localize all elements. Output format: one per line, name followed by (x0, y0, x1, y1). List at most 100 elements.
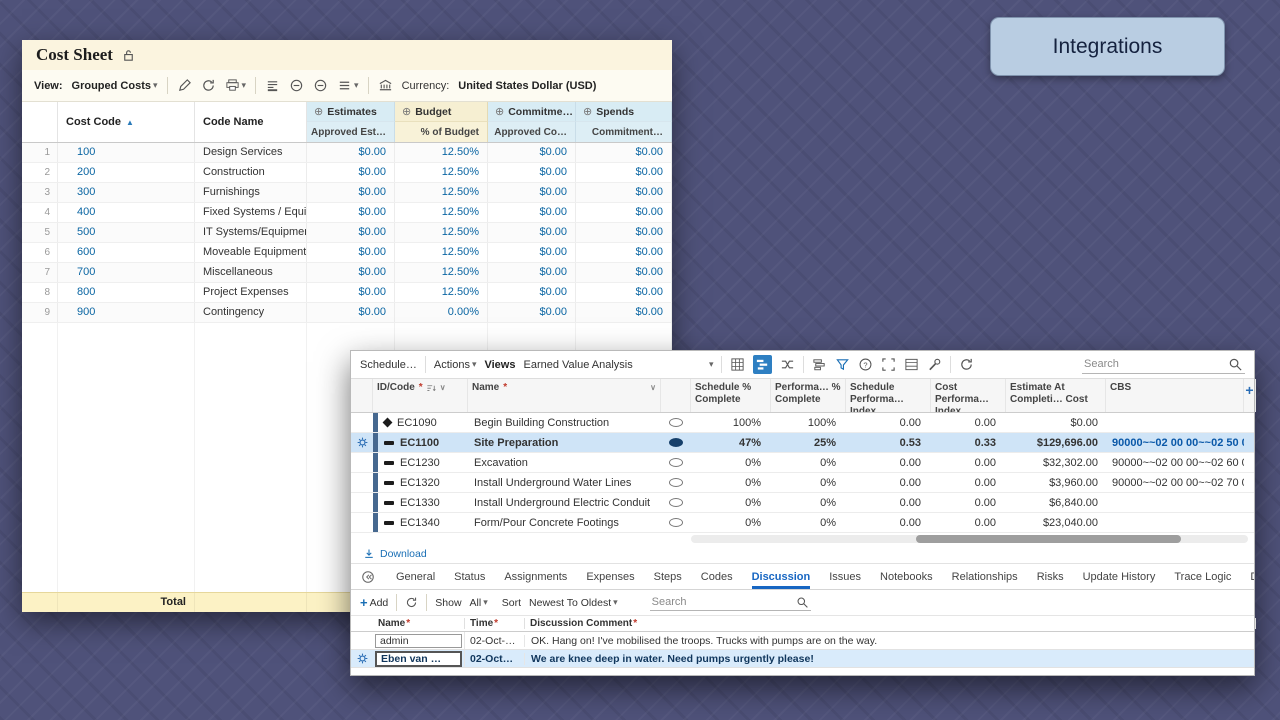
expand-plus-icon[interactable]: ⊕ (314, 105, 323, 118)
search-input[interactable] (652, 596, 792, 608)
collapse-panel-icon[interactable] (361, 570, 375, 584)
column-header-time[interactable]: Time* (465, 618, 525, 629)
commitment-cell[interactable]: $0.00 (576, 203, 672, 222)
sort-dropdown[interactable]: Newest To Oldest ▾ (529, 597, 618, 609)
discussion-time-cell[interactable]: 02-Oct-… (465, 635, 525, 647)
column-header-schedule-index[interactable]: Schedule Performa… Index (846, 379, 931, 412)
schedule-menu[interactable]: Schedule… (360, 359, 417, 371)
baseline-bars-button[interactable] (812, 357, 827, 372)
schedule-pct-cell[interactable]: 0% (691, 517, 771, 529)
activity-id-cell[interactable]: EC1230 (373, 453, 468, 472)
table-view-button[interactable] (730, 357, 745, 372)
column-header-eac[interactable]: Estimate At Completi… Cost (1006, 379, 1106, 412)
tab-documents[interactable]: Docu… (1250, 571, 1254, 589)
cost-code-cell[interactable]: 700 (58, 263, 195, 282)
horizontal-scrollbar[interactable] (351, 533, 1254, 545)
code-name-cell[interactable]: Design Services (195, 143, 307, 162)
activity-name-cell[interactable]: Install Underground Electric Conduit (468, 497, 661, 509)
tab-notebooks[interactable]: Notebooks (880, 571, 933, 589)
activity-name-cell[interactable]: Install Underground Water Lines (468, 477, 661, 489)
add-column-button[interactable]: + (1244, 379, 1256, 412)
eac-cell[interactable]: $32,302.00 (1006, 457, 1106, 469)
schedule-pct-cell[interactable]: 100% (691, 417, 771, 429)
column-header-cbs[interactable]: CBS (1106, 379, 1244, 412)
approved-commitment-cell[interactable]: $0.00 (488, 283, 576, 302)
pct-budget-cell[interactable]: 12.50% (395, 243, 488, 262)
column-header-schedule-pct[interactable]: Schedule % Complete (691, 379, 771, 412)
group-header-commitments[interactable]: ⊕ Commitme… (488, 102, 576, 122)
discussion-comment-cell[interactable]: OK. Hang on! I've mobilised the troops. … (525, 635, 1256, 647)
expand-plus-icon[interactable]: ⊕ (402, 105, 411, 118)
tab-issues[interactable]: Issues (829, 571, 861, 589)
code-name-cell[interactable]: Project Expenses (195, 283, 307, 302)
cpi-cell[interactable]: 0.00 (931, 417, 1006, 429)
commitment-cell[interactable]: $0.00 (576, 283, 672, 302)
discussion-name-cell[interactable]: admin (373, 632, 465, 649)
pct-budget-cell[interactable]: 12.50% (395, 163, 488, 182)
spi-cell[interactable]: 0.00 (846, 417, 931, 429)
refresh-button[interactable] (405, 596, 418, 609)
column-header-comment[interactable]: Discussion Comment* (525, 618, 1256, 629)
help-button[interactable]: ? (858, 357, 873, 372)
spi-cell[interactable]: 0.00 (846, 457, 931, 469)
approved-estimate-cell[interactable]: $0.00 (307, 183, 395, 202)
pct-budget-cell[interactable]: 12.50% (395, 263, 488, 282)
approved-estimate-cell[interactable]: $0.00 (307, 303, 395, 322)
comment-cell[interactable] (661, 438, 691, 447)
refresh-button[interactable] (201, 78, 216, 93)
tab-steps[interactable]: Steps (654, 571, 682, 589)
activity-name-cell[interactable]: Excavation (468, 457, 661, 469)
pct-budget-cell[interactable]: 12.50% (395, 223, 488, 242)
tab-assignments[interactable]: Assignments (504, 571, 567, 589)
comment-cell[interactable] (661, 418, 691, 427)
performance-pct-cell[interactable]: 25% (771, 437, 846, 449)
comment-cell[interactable] (661, 518, 691, 527)
export-button[interactable] (265, 78, 280, 93)
schedule-pct-cell[interactable]: 47% (691, 437, 771, 449)
schedule-pct-cell[interactable]: 0% (691, 477, 771, 489)
activity-row[interactable]: EC1340 Form/Pour Concrete Footings 0% 0%… (351, 513, 1254, 533)
code-name-cell[interactable]: Furnishings (195, 183, 307, 202)
approved-estimate-cell[interactable]: $0.00 (307, 243, 395, 262)
approved-commitment-cell[interactable]: $0.00 (488, 163, 576, 182)
search-input[interactable] (1084, 358, 1224, 370)
pct-budget-cell[interactable]: 12.50% (395, 143, 488, 162)
tab-general[interactable]: General (396, 571, 435, 589)
cpi-cell[interactable]: 0.00 (931, 457, 1006, 469)
discussion-comment-cell[interactable]: We are knee deep in water. Need pumps ur… (525, 653, 1256, 665)
column-header-code-name[interactable]: Code Name (195, 102, 307, 142)
expand-plus-icon[interactable]: ⊕ (495, 105, 504, 118)
activity-name-cell[interactable]: Begin Building Construction (468, 417, 661, 429)
column-header-pct-of-budget[interactable]: % of Budget (395, 122, 488, 142)
cost-code-cell[interactable]: 500 (58, 223, 195, 242)
currency-button[interactable] (378, 78, 393, 93)
cost-code-cell[interactable]: 300 (58, 183, 195, 202)
view-dropdown[interactable]: Grouped Costs ▾ (72, 80, 158, 92)
performance-pct-cell[interactable]: 0% (771, 457, 846, 469)
column-header-cost-code[interactable]: Cost Code ▲ (58, 102, 195, 142)
pct-budget-cell[interactable]: 12.50% (395, 203, 488, 222)
menu-button[interactable]: ▾ (337, 78, 359, 93)
show-dropdown[interactable]: All ▾ (470, 597, 488, 609)
pct-budget-cell[interactable]: 0.00% (395, 303, 488, 322)
approved-estimate-cell[interactable]: $0.00 (307, 143, 395, 162)
activity-id-cell[interactable]: EC1100 (373, 433, 468, 452)
performance-pct-cell[interactable]: 100% (771, 417, 846, 429)
discussion-row[interactable]: admin 02-Oct-… OK. Hang on! I've mobilis… (351, 632, 1254, 650)
approved-commitment-cell[interactable]: $0.00 (488, 203, 576, 222)
activity-id-cell[interactable]: EC1330 (373, 493, 468, 512)
pct-budget-cell[interactable]: 12.50% (395, 183, 488, 202)
tab-trace-logic[interactable]: Trace Logic (1174, 571, 1231, 589)
download-link[interactable]: Download (351, 545, 1254, 563)
commitment-cell[interactable]: $0.00 (576, 163, 672, 182)
discussion-row-selected[interactable]: Eben van … 02-Oct… We are knee deep in w… (351, 650, 1254, 668)
cost-code-cell[interactable]: 100 (58, 143, 195, 162)
spi-cell[interactable]: 0.53 (846, 437, 931, 449)
discussion-search[interactable] (650, 595, 811, 611)
activity-row-selected[interactable]: EC1100 Site Preparation 47% 25% 0.53 0.3… (351, 433, 1254, 453)
tab-expenses[interactable]: Expenses (586, 571, 634, 589)
discussion-name[interactable]: Eben van … (375, 651, 462, 667)
spi-cell[interactable]: 0.00 (846, 497, 931, 509)
expand-plus-icon[interactable]: ⊕ (583, 105, 592, 118)
commitment-cell[interactable]: $0.00 (576, 303, 672, 322)
